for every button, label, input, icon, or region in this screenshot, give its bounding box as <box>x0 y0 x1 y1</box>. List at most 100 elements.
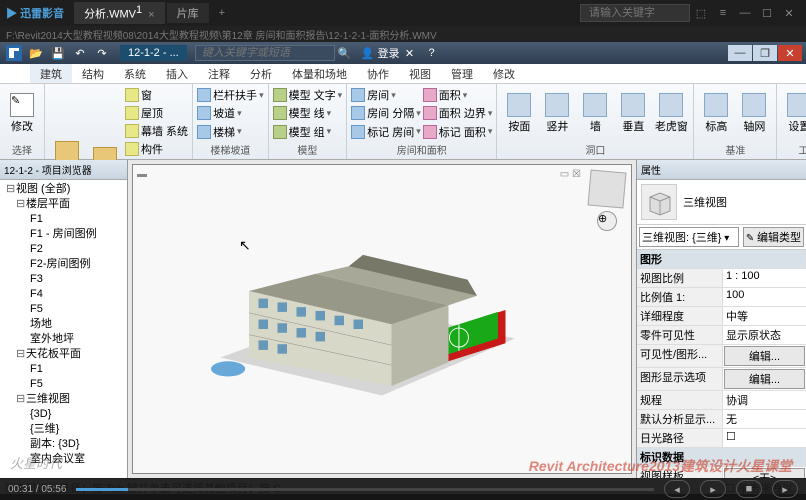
qat-redo-icon[interactable]: ↷ <box>92 45 112 61</box>
ribbon-item[interactable]: 构件 <box>125 140 188 158</box>
close-icon[interactable]: ✕ <box>778 7 800 20</box>
ribbon-item[interactable]: 房间 ▾ <box>351 86 421 104</box>
ribbon-item[interactable]: 标记 面积 ▾ <box>423 123 493 141</box>
player-progress[interactable] <box>76 488 654 491</box>
property-row[interactable]: 图形 <box>637 250 806 269</box>
tree-node[interactable]: F5 <box>2 377 125 392</box>
ribbon-item[interactable]: 屋顶 <box>125 104 188 122</box>
ribbon-tab[interactable]: 视图 <box>399 64 441 83</box>
tree-node[interactable]: F1 <box>2 362 125 377</box>
property-row[interactable]: 可见性/图形...编辑... <box>637 345 806 368</box>
app-restore-button[interactable]: ❐ <box>753 45 777 61</box>
property-row[interactable]: 规程协调 <box>637 391 806 410</box>
app-menu-button[interactable] <box>4 45 24 61</box>
ribbon-item[interactable]: 设置 <box>781 86 806 141</box>
ribbon-item[interactable]: 窗 <box>125 86 188 104</box>
ribbon-tab[interactable]: 结构 <box>72 64 114 83</box>
type-selector[interactable]: 三维视图: {三维} ▾ <box>639 227 739 247</box>
tree-node[interactable]: F1 - 房间图例 <box>2 227 125 242</box>
signin-link[interactable]: 👤 登录 <box>361 45 400 61</box>
app-close-button[interactable]: ✕ <box>778 45 802 61</box>
ribbon-item[interactable]: 按面 <box>501 86 537 141</box>
tree-node[interactable]: {3D} <box>2 407 125 422</box>
ribbon-tab[interactable]: 系统 <box>114 64 156 83</box>
properties-grid[interactable]: 图形视图比例1 : 100比例值 1:100详细程度中等零件可见性显示原状态可见… <box>637 250 806 478</box>
ribbon-item[interactable]: 模型 文字 ▾ <box>273 86 343 104</box>
project-tree[interactable]: ⊟视图 (全部)⊟楼层平面F1F1 - 房间图例F2F2-房间图例F3F4F5场… <box>0 180 127 478</box>
nav-wheel-icon[interactable]: ⊕ <box>597 211 617 231</box>
ribbon-tab[interactable]: 协作 <box>357 64 399 83</box>
add-tab-button[interactable]: + <box>211 7 233 19</box>
stop-button[interactable]: ■ <box>736 480 762 498</box>
viewcube[interactable] <box>587 169 626 208</box>
tree-node[interactable]: F5 <box>2 302 125 317</box>
ribbon-item[interactable]: 房间 分隔 ▾ <box>351 104 421 122</box>
qat-undo-icon[interactable]: ↶ <box>70 45 90 61</box>
player-search-input[interactable] <box>580 4 690 22</box>
property-row[interactable]: 详细程度中等 <box>637 307 806 326</box>
tree-node[interactable]: 副本: {3D} <box>2 437 125 452</box>
ribbon-tab[interactable]: 建筑 <box>30 64 72 83</box>
minimize-icon[interactable]: — <box>734 7 756 19</box>
tree-node[interactable]: F3 <box>2 272 125 287</box>
search-icon[interactable]: 🔍 <box>335 45 355 61</box>
tree-node[interactable]: ⊟三维视图 <box>2 392 125 407</box>
property-row[interactable]: 默认分析显示...无 <box>637 410 806 429</box>
property-row[interactable]: 视图比例1 : 100 <box>637 269 806 288</box>
ribbon-item[interactable]: 坡道 ▾ <box>197 104 264 122</box>
property-row[interactable]: 日光路径☐ <box>637 429 806 448</box>
qat-open-icon[interactable]: 📂 <box>26 45 46 61</box>
close-icon[interactable]: × <box>148 9 154 21</box>
qat-save-icon[interactable]: 💾 <box>48 45 68 61</box>
ribbon-tab[interactable]: 管理 <box>441 64 483 83</box>
ribbon-item[interactable]: 标记 房间 ▾ <box>351 123 421 141</box>
document-tab[interactable]: 12-1-2 - ... <box>120 45 187 61</box>
tree-node[interactable]: F2-房间图例 <box>2 257 125 272</box>
exchange-icon[interactable]: ✕ <box>400 45 420 61</box>
next-button[interactable]: ▸ <box>772 480 798 498</box>
play-button[interactable]: ▸ <box>700 480 726 498</box>
modify-button[interactable]: ✎修改 <box>4 86 40 141</box>
ribbon-tab[interactable]: 插入 <box>156 64 198 83</box>
ribbon-item[interactable]: 面积 边界 ▾ <box>423 104 493 122</box>
property-row[interactable]: 比例值 1:100 <box>637 288 806 307</box>
help-icon[interactable]: ? <box>422 45 442 61</box>
ribbon-item[interactable]: 模型 线 ▾ <box>273 104 343 122</box>
player-tab-1[interactable]: 分析.WMV1× <box>74 2 165 24</box>
skin-icon[interactable]: ⬚ <box>690 7 712 20</box>
tree-node[interactable]: F1 <box>2 212 125 227</box>
property-row[interactable]: 图形显示选项编辑... <box>637 368 806 391</box>
tree-node[interactable]: 场地 <box>2 317 125 332</box>
player-tab-2[interactable]: 片库 <box>167 3 209 23</box>
ribbon-item[interactable]: 墙 <box>577 86 613 141</box>
tree-node[interactable]: {三维} <box>2 422 125 437</box>
viewport-3d[interactable]: ⊕ ▬ ▭ ☒ <box>128 160 636 478</box>
ribbon-item[interactable]: 标高 <box>698 86 734 141</box>
ribbon-item[interactable]: 面积 ▾ <box>423 86 493 104</box>
ribbon-item[interactable]: 幕墙 系统 <box>125 122 188 140</box>
ribbon-item[interactable]: 模型 组 ▾ <box>273 123 343 141</box>
tree-node[interactable]: ⊟视图 (全部) <box>2 182 125 197</box>
tree-node[interactable]: 室外地坪 <box>2 332 125 347</box>
menu-icon[interactable]: ≡ <box>712 7 734 19</box>
ribbon-item[interactable]: 楼梯 ▾ <box>197 123 264 141</box>
maximize-icon[interactable]: ☐ <box>756 7 778 20</box>
tree-node[interactable]: ⊟楼层平面 <box>2 197 125 212</box>
tree-node[interactable]: F2 <box>2 242 125 257</box>
ribbon-item[interactable]: 垂直 <box>615 86 651 141</box>
property-row[interactable]: 零件可见性显示原状态 <box>637 326 806 345</box>
ribbon-item[interactable]: 栏杆扶手 ▾ <box>197 86 264 104</box>
help-search-input[interactable] <box>195 45 335 61</box>
view-controls[interactable]: ▭ ☒ <box>560 169 581 180</box>
app-minimize-button[interactable]: — <box>728 45 752 61</box>
ribbon-tab[interactable]: 修改 <box>483 64 525 83</box>
ribbon-item[interactable]: 竖井 <box>539 86 575 141</box>
tree-node[interactable]: F4 <box>2 287 125 302</box>
ribbon-item[interactable]: 老虎窗 <box>653 86 689 141</box>
edit-type-button[interactable]: ✎ 编辑类型 <box>743 227 804 247</box>
ribbon-item[interactable]: 轴网 <box>736 86 772 141</box>
tree-node[interactable]: ⊟天花板平面 <box>2 347 125 362</box>
ribbon-tab[interactable]: 分析 <box>240 64 282 83</box>
ribbon-tab[interactable]: 注释 <box>198 64 240 83</box>
view-minimize-icon[interactable]: ▬ <box>137 169 147 180</box>
